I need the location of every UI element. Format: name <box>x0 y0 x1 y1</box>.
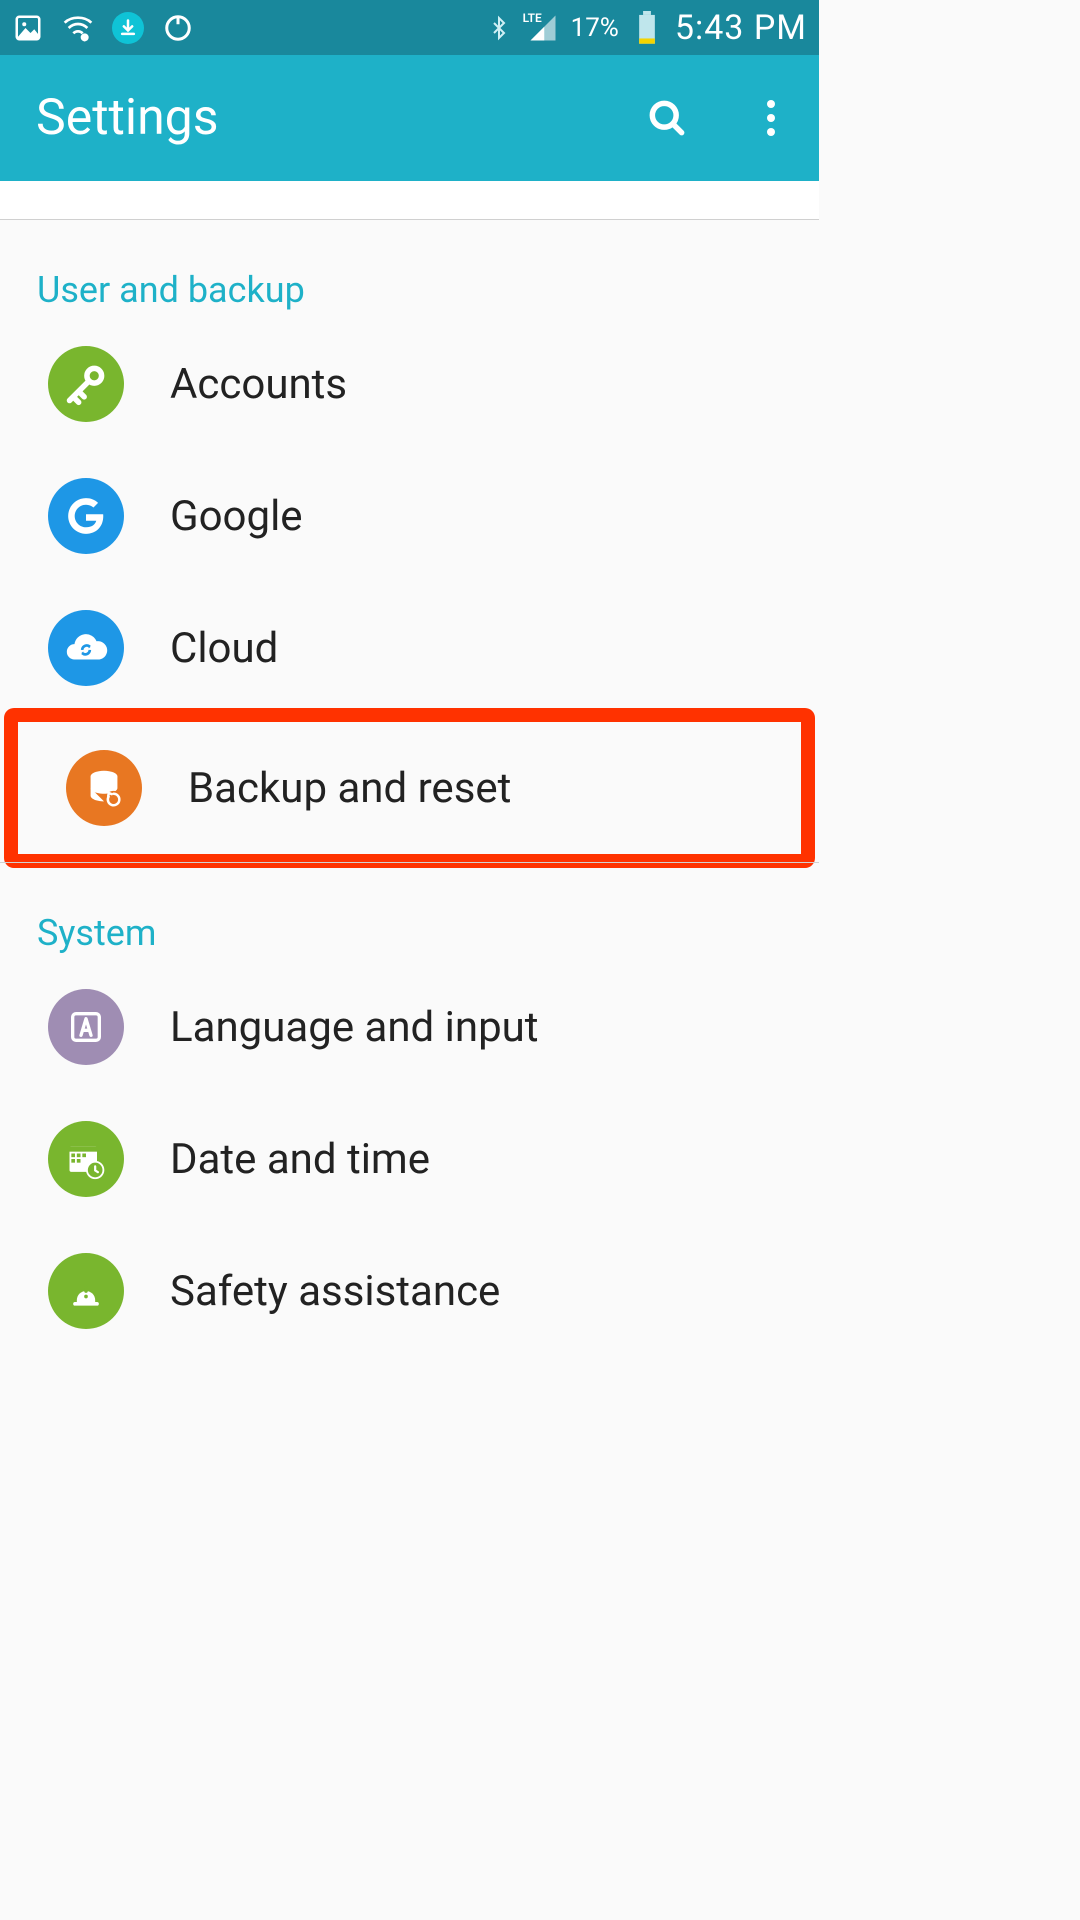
google-icon <box>48 478 124 554</box>
settings-item-label: Google <box>170 492 303 541</box>
bluetooth-icon <box>483 12 515 44</box>
section-header-system: System <box>0 863 819 961</box>
battery-percent: 17% <box>571 13 619 43</box>
settings-item-backup-reset[interactable]: Backup and reset <box>18 722 801 854</box>
settings-item-language-input[interactable]: Language and input <box>0 961 819 1093</box>
settings-item-cloud[interactable]: Cloud <box>0 582 819 714</box>
database-reset-icon <box>66 750 142 826</box>
settings-item-label: Date and time <box>170 1135 430 1184</box>
app-bar: Settings <box>0 55 819 181</box>
section-header-user-backup: User and backup <box>0 220 819 318</box>
lte-label: LTE <box>523 11 542 25</box>
page-title: Settings <box>36 89 219 147</box>
letter-a-icon <box>48 989 124 1065</box>
key-icon <box>48 346 124 422</box>
search-icon <box>645 96 689 140</box>
settings-item-label: Backup and reset <box>188 764 511 813</box>
settings-item-accounts[interactable]: Accounts <box>0 318 819 450</box>
settings-item-label: Accounts <box>170 360 347 409</box>
settings-item-label: Language and input <box>170 1003 539 1052</box>
settings-item-safety-assistance[interactable]: Safety assistance <box>0 1225 819 1357</box>
status-bar: ? LTE 17% 5:43 PM <box>0 0 819 55</box>
alert-lamp-icon <box>48 1253 124 1329</box>
settings-item-google[interactable]: Google <box>0 450 819 582</box>
wifi-question-icon: ? <box>62 12 94 44</box>
battery-icon <box>637 11 657 45</box>
tab-strip-placeholder <box>0 181 819 220</box>
settings-item-label: Cloud <box>170 624 278 673</box>
overflow-menu-button[interactable] <box>747 94 795 142</box>
cloud-sync-icon <box>48 610 124 686</box>
power-ring-icon <box>162 12 194 44</box>
download-circle-icon <box>112 12 144 44</box>
calendar-clock-icon <box>48 1121 124 1197</box>
gallery-icon <box>12 12 44 44</box>
settings-item-date-time[interactable]: Date and time <box>0 1093 819 1225</box>
clock-text: 5:43 PM <box>675 8 807 48</box>
settings-item-label: Safety assistance <box>170 1267 500 1316</box>
highlight-box: Backup and reset <box>4 708 815 868</box>
svg-text:?: ? <box>83 34 86 42</box>
more-vert-icon <box>766 98 776 138</box>
signal-icon: LTE <box>527 13 559 43</box>
search-button[interactable] <box>643 94 691 142</box>
